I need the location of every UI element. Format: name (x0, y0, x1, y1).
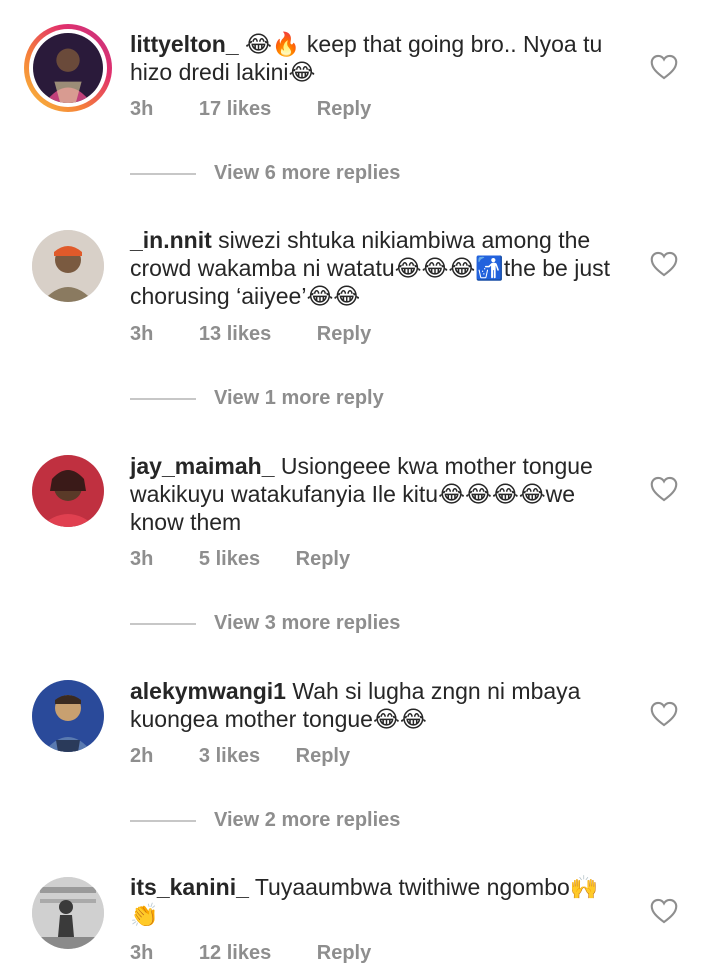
divider-line (130, 819, 196, 822)
comment-username[interactable]: alekymwangi1 (130, 678, 286, 704)
clapping-hands-emoji-icon: 👏 (130, 902, 159, 928)
comment-meta: 3h 17 likes Reply (130, 98, 401, 121)
heart-icon[interactable] (650, 54, 678, 80)
avatar[interactable] (32, 877, 104, 949)
laughing-emoji-icon: 😂 (245, 31, 272, 57)
comment-likes[interactable]: 17 likes (199, 98, 271, 121)
comment-text: littyelton_ 😂🔥 keep that going bro.. Nyo… (130, 31, 603, 85)
comment-username[interactable]: its_kanini_ (130, 874, 249, 900)
comment-likes[interactable]: 3 likes (199, 745, 260, 768)
comment-time: 3h (130, 323, 154, 345)
comment-meta: 2h 3 likes Reply (130, 745, 380, 768)
reply-button[interactable]: Reply (296, 745, 350, 768)
avatar[interactable] (32, 680, 104, 752)
comment-likes[interactable]: 13 likes (199, 323, 271, 346)
comment-username[interactable]: littyelton_ (130, 31, 239, 57)
comment-time: 3h (130, 98, 154, 120)
comment-meta: 3h 5 likes Reply (130, 548, 380, 571)
laughing-emoji-icon: 😂😂 (372, 706, 427, 732)
comment-time: 3h (130, 548, 154, 570)
comment-time: 2h (130, 745, 154, 767)
raising-hands-emoji-icon: 🙌 (569, 874, 599, 900)
heart-icon[interactable] (650, 898, 678, 924)
divider-line (130, 622, 196, 625)
reply-button[interactable]: Reply (317, 98, 371, 121)
comment-username[interactable]: _in.nnit (130, 227, 212, 253)
avatar-image (32, 230, 104, 302)
comment-likes[interactable]: 12 likes (199, 942, 271, 965)
heart-icon[interactable] (650, 251, 678, 277)
comment-meta: 3h 12 likes Reply (130, 942, 401, 965)
view-more-replies[interactable]: View 6 more replies (130, 162, 400, 185)
laughing-emoji-icon: 😂😂 (306, 283, 361, 309)
avatar-with-story-ring[interactable] (24, 24, 112, 112)
avatar-image (32, 877, 104, 949)
heart-icon[interactable] (650, 701, 678, 727)
laughing-emoji-icon: 😂 (288, 59, 316, 85)
view-more-replies[interactable]: View 1 more reply (130, 387, 384, 410)
comment-text: _in.nnit siwezi shtuka nikiambiwa among … (130, 227, 611, 309)
laughing-emoji-icon: 😂😂😂😂 (438, 481, 546, 507)
comment-text: alekymwangi1 Wah si lugha zngn ni mbaya … (130, 678, 581, 732)
avatar-image (33, 33, 103, 103)
comment-username[interactable]: jay_maimah_ (130, 453, 274, 479)
reply-button[interactable]: Reply (317, 323, 371, 346)
comments-feed: littyelton_ 😂🔥 keep that going bro.. Nyo… (0, 0, 720, 980)
view-more-replies[interactable]: View 2 more replies (130, 809, 400, 832)
fire-emoji-icon: 🔥 (271, 31, 301, 57)
litter-emoji-icon: 🚮 (475, 255, 504, 281)
heart-icon[interactable] (650, 476, 678, 502)
reply-button[interactable]: Reply (296, 548, 350, 571)
comment-text: jay_maimah_ Usiongeee kwa mother tongue … (130, 453, 593, 535)
divider-line (130, 397, 196, 400)
comment-text: its_kanini_ Tuyaaumbwa twithiwe ngombo🙌 👏 (130, 874, 599, 928)
avatar[interactable] (32, 230, 104, 302)
reply-button[interactable]: Reply (317, 942, 371, 965)
laughing-emoji-icon: 😂😂😂 (394, 255, 476, 281)
avatar-image (32, 680, 104, 752)
comment-time: 3h (130, 942, 154, 964)
comment-meta: 3h 13 likes Reply (130, 323, 401, 346)
comment-likes[interactable]: 5 likes (199, 548, 260, 571)
divider-line (130, 172, 196, 175)
avatar-image (32, 455, 104, 527)
avatar[interactable] (32, 455, 104, 527)
view-more-replies[interactable]: View 3 more replies (130, 612, 400, 635)
